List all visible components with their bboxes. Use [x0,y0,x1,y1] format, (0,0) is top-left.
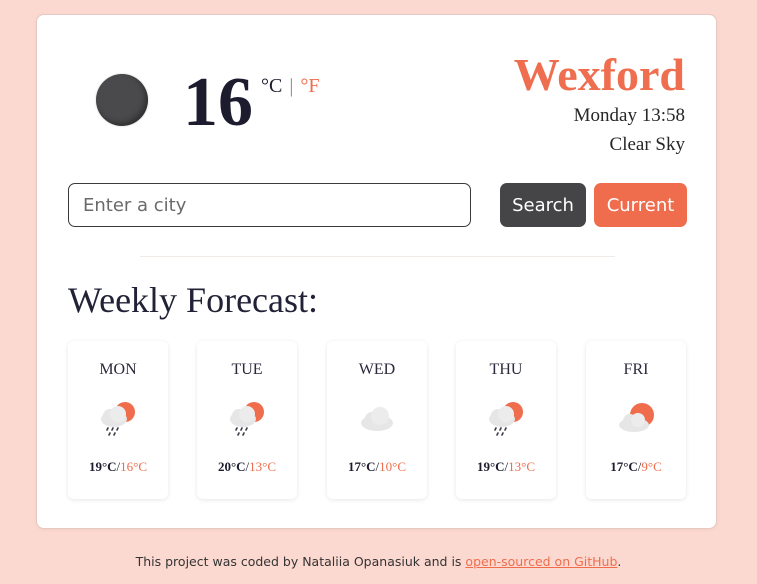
forecast-day-tue: TUE 20°C/13°C [197,341,297,499]
github-link[interactable]: open-sourced on GitHub [465,554,617,569]
day-high: 17°C [610,459,638,474]
day-name: WED [358,361,396,378]
rain-sun-cloud-icon [489,402,523,436]
weekly-forecast-title: Weekly Forecast: [68,280,319,320]
day-temps: 19°C/13°C [456,459,556,475]
sun-cloud-icon [619,403,654,432]
day-high: 19°C [88,459,117,474]
forecast-day-wed: WED 17°C/10°C [327,341,427,499]
day-temps: 17°C/9°C [586,459,686,475]
divider [140,256,615,257]
day-temps: 19°C/16°C [68,459,168,475]
footer-text: This project was coded by Nataliia Opana… [135,554,466,569]
cloud-icon [361,407,393,431]
celsius-link[interactable]: °C [261,75,282,97]
day-low: 9°C [641,459,662,474]
day-name: THU [489,361,523,378]
city-name: Wexford [513,49,685,100]
current-location-button[interactable]: Current [594,183,687,227]
day-name: MON [99,361,137,378]
night-moon-icon [96,74,148,126]
forecast-day-fri: FRI 17°C/9°C [586,341,686,499]
day-low: 13°C [508,459,536,474]
footer: This project was coded by Nataliia Opana… [0,554,757,569]
forecast-day-mon: MON 19°C/16°C [68,341,168,499]
fahrenheit-link[interactable]: °F [300,75,319,97]
day-temps: 17°C/10°C [327,459,427,475]
day-low: 10°C [379,459,407,474]
day-temps: 20°C/13°C [197,459,297,475]
current-datetime: Monday 13:58 [573,105,685,126]
search-button[interactable]: Search [500,183,586,227]
day-name: FRI [623,361,649,378]
day-high: 19°C [476,459,505,474]
city-search-input[interactable] [68,183,471,227]
rain-sun-cloud-icon [101,402,135,436]
rain-sun-cloud-icon [230,402,264,436]
day-high: 20°C [217,459,246,474]
day-low: 16°C [120,459,148,474]
forecast-day-thu: THU 19°C/13°C [456,341,556,499]
day-name: TUE [231,361,263,378]
current-temperature: 16 [183,64,253,141]
weather-description: Clear Sky [609,134,685,155]
unit-toggle: °C | °F [261,75,319,98]
unit-separator: | [289,75,294,97]
day-high: 17°C [347,459,376,474]
day-low: 13°C [249,459,277,474]
footer-text-end: . [617,554,622,569]
weather-card: 16 °C | °F Wexford Monday 13:58 Clear Sk… [36,14,717,529]
